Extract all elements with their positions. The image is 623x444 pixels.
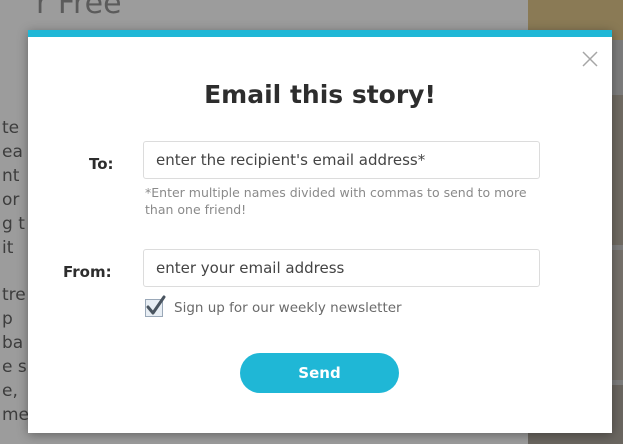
- background-text-line: me: [2, 404, 30, 425]
- background-text-line: [2, 260, 29, 284]
- checkmark-icon: [146, 295, 166, 315]
- to-label: To:: [89, 155, 114, 173]
- newsletter-checkbox[interactable]: [145, 295, 166, 317]
- newsletter-label: Sign up for our weekly newsletter: [174, 300, 402, 316]
- background-text-line: tre: [2, 285, 26, 306]
- email-story-modal: Email this story! To: *Enter multiple na…: [28, 30, 612, 433]
- recipient-email-input[interactable]: [143, 141, 540, 179]
- close-button[interactable]: [580, 49, 600, 69]
- background-text-line: te: [2, 118, 20, 138]
- background-text-line: p: [2, 309, 13, 330]
- background-text-line: or: [2, 189, 20, 210]
- background-text: te ea nt or g t it tre p ba e s e, me: [2, 117, 29, 428]
- background-text-line: ba: [2, 333, 24, 354]
- from-label: From:: [63, 263, 112, 281]
- background-text-line: g t: [2, 213, 25, 234]
- close-icon: [582, 51, 598, 67]
- background-heading: r Free: [36, 0, 122, 21]
- background-text-line: e,: [2, 380, 18, 401]
- newsletter-option[interactable]: Sign up for our weekly newsletter: [145, 295, 402, 317]
- recipient-hint: *Enter multiple names divided with comma…: [145, 185, 527, 217]
- background-text-line: ea: [2, 141, 23, 162]
- background-text-line: nt: [2, 165, 20, 186]
- background-text-line: it: [2, 237, 14, 258]
- background-text-line: e s: [2, 357, 27, 378]
- send-button[interactable]: Send: [240, 353, 399, 393]
- modal-title: Email this story!: [204, 80, 436, 109]
- sender-email-input[interactable]: [143, 249, 540, 287]
